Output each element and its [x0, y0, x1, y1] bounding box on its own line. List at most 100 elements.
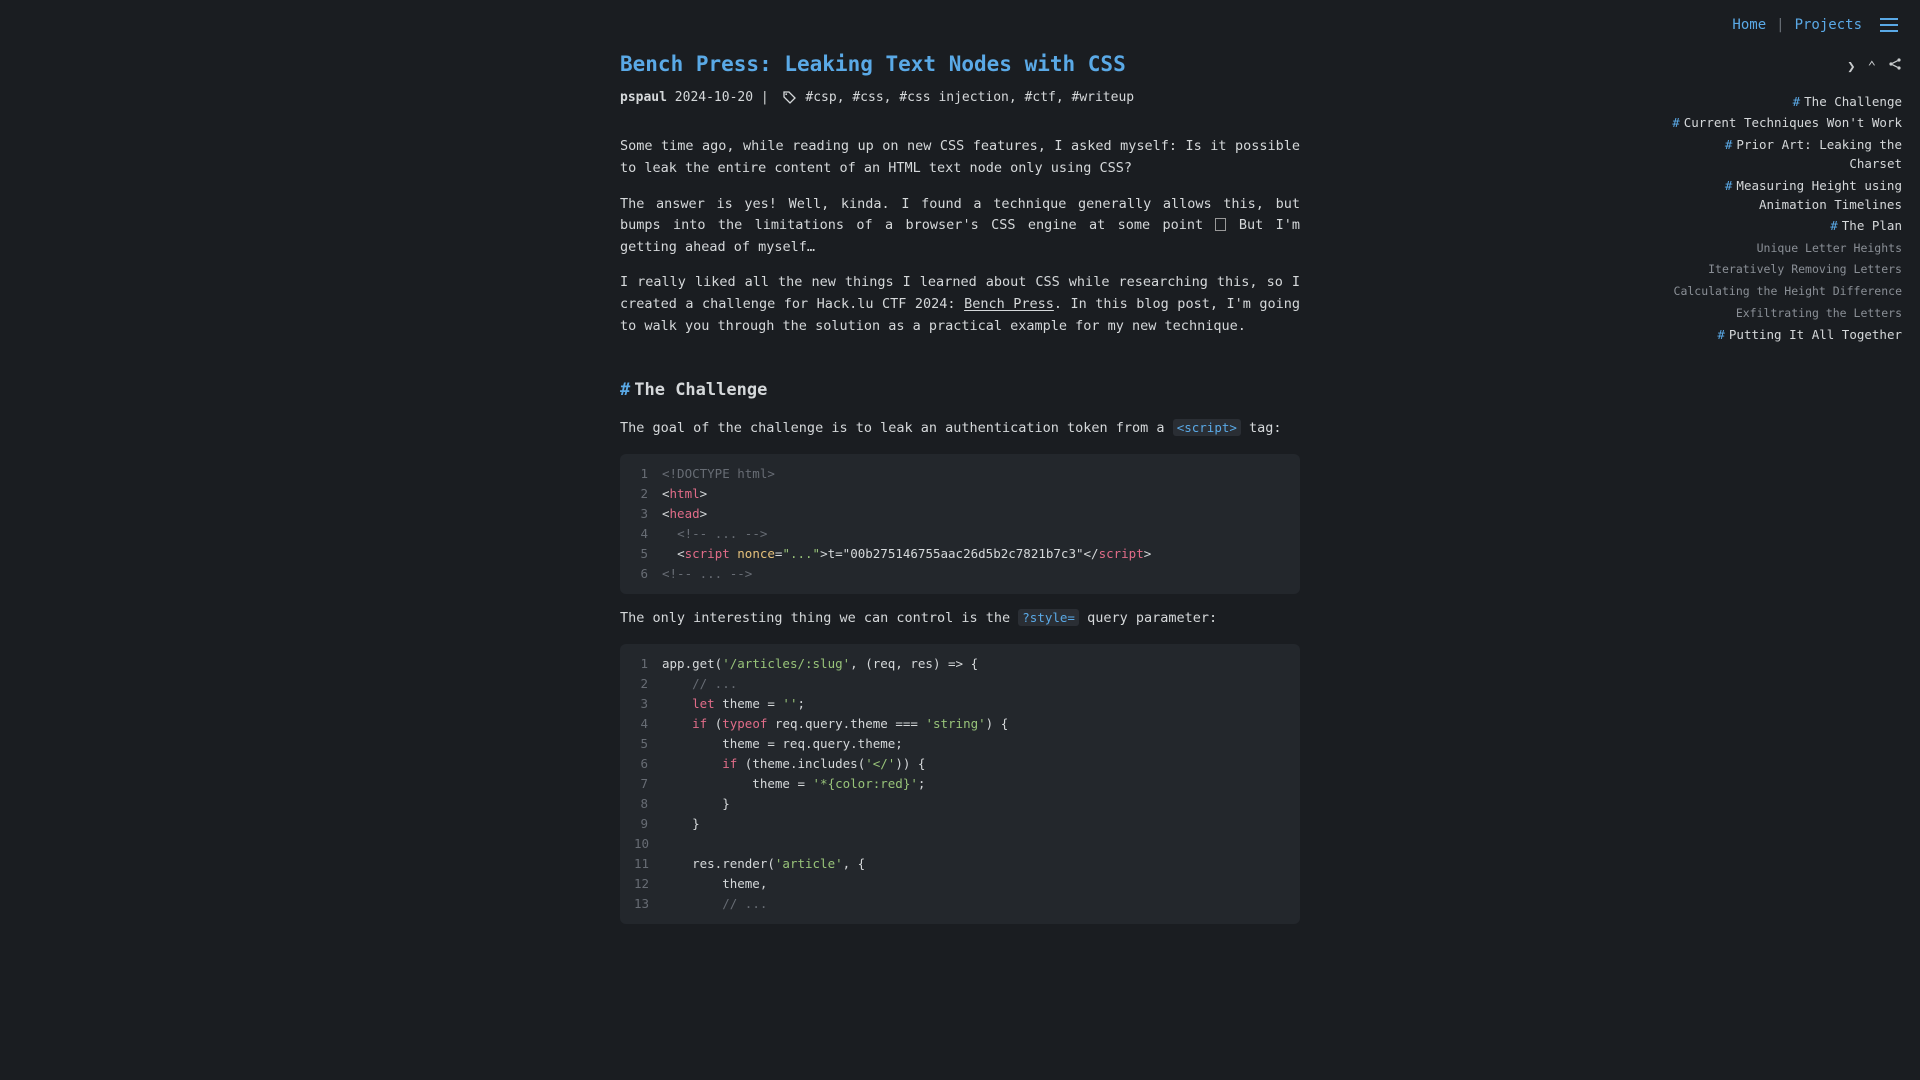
post-meta: pspaul 2024-10-20 | #csp, #css, #css inj… [620, 88, 1300, 109]
toc-sublabel: Unique Letter Heights [1757, 241, 1902, 255]
code-line: 3<head> [634, 504, 1286, 524]
line-number: 1 [634, 464, 662, 484]
toc-controls: ❯ ⌃ [1847, 56, 1902, 78]
section-heading-challenge: #The Challenge [620, 377, 1300, 404]
line-number: 13 [634, 894, 662, 914]
nav-projects[interactable]: Projects [1795, 14, 1862, 36]
code-content: app.get('/articles/:slug', (req, res) =>… [662, 654, 978, 674]
code-content: if (typeof req.query.theme === 'string')… [662, 714, 1008, 734]
topbar: Home | Projects [1710, 0, 1920, 50]
line-number: 1 [634, 654, 662, 674]
nav-separator: | [1776, 14, 1784, 36]
toc-label: Prior Art: Leaking the Charset [1736, 137, 1902, 171]
inline-code: ?style= [1018, 609, 1079, 626]
post-tags: #csp, #css, #css injection, #ctf, #write… [805, 90, 1134, 105]
toc-label: Current Techniques Won't Work [1684, 115, 1902, 130]
code-line: 6 if (theme.includes('</')) { [634, 754, 1286, 774]
line-number: 11 [634, 854, 662, 874]
line-number: 7 [634, 774, 662, 794]
share-icon[interactable] [1888, 56, 1902, 78]
line-number: 10 [634, 834, 662, 854]
table-of-contents: #The Challenge#Current Techniques Won't … [1672, 90, 1902, 346]
line-number: 5 [634, 544, 662, 564]
article: Bench Press: Leaking Text Nodes with CSS… [600, 0, 1320, 1058]
code-line: 6<!-- ... --> [634, 564, 1286, 584]
code-content: // ... [662, 894, 767, 914]
code-line: 12 theme, [634, 874, 1286, 894]
code-content: } [662, 814, 700, 834]
toc-label: The Challenge [1804, 94, 1902, 109]
meta-separator: | [753, 90, 776, 105]
code-content: theme = '*{color:red}'; [662, 774, 925, 794]
line-number: 6 [634, 564, 662, 584]
code-line: 9 } [634, 814, 1286, 834]
toc-label: Putting It All Together [1729, 327, 1902, 342]
code-content: } [662, 794, 730, 814]
toc-item[interactable]: #The Challenge [1672, 92, 1902, 111]
code-line: 8 } [634, 794, 1286, 814]
code-line: 5 theme = req.query.theme; [634, 734, 1286, 754]
toc-item[interactable]: #Current Techniques Won't Work [1672, 113, 1902, 132]
author: pspaul [620, 90, 667, 105]
line-number: 8 [634, 794, 662, 814]
benchpress-link[interactable]: Bench Press [964, 296, 1054, 312]
line-number: 2 [634, 484, 662, 504]
chevron-right-icon[interactable]: ❯ [1847, 56, 1855, 78]
code-block-js: 1app.get('/articles/:slug', (req, res) =… [620, 644, 1300, 924]
code-content: let theme = ''; [662, 694, 805, 714]
toc-sublabel: Calculating the Height Difference [1674, 284, 1902, 298]
toc-sublabel: Exfiltrating the Letters [1736, 306, 1902, 320]
hash-icon: # [1793, 94, 1801, 109]
toc-item[interactable]: Iteratively Removing Letters [1672, 259, 1902, 279]
line-number: 5 [634, 734, 662, 754]
line-number: 4 [634, 714, 662, 734]
line-number: 3 [634, 694, 662, 714]
hash-icon: # [1830, 218, 1838, 233]
toc-item[interactable]: Calculating the Height Difference [1672, 281, 1902, 301]
code-content: <!DOCTYPE html> [662, 464, 775, 484]
line-number: 2 [634, 674, 662, 694]
hamburger-icon[interactable] [1880, 18, 1898, 32]
code-line: 4 <!-- ... --> [634, 524, 1286, 544]
paragraph: The answer is yes! Well, kinda. I found … [620, 194, 1300, 259]
code-line: 5 <script nonce="...">t="00b275146755aac… [634, 544, 1286, 564]
toc-item[interactable]: # The Plan [1672, 216, 1902, 235]
toc-item[interactable]: #Measuring Height using Animation Timeli… [1672, 176, 1902, 215]
line-number: 3 [634, 504, 662, 524]
code-line: 11 res.render('article', { [634, 854, 1286, 874]
toc-label: Measuring Height using Animation Timelin… [1736, 178, 1902, 212]
code-line: 10 [634, 834, 1286, 854]
code-line: 2<html> [634, 484, 1286, 504]
code-content: res.render('article', { [662, 854, 865, 874]
code-content: // ... [662, 674, 737, 694]
code-line: 2 // ... [634, 674, 1286, 694]
code-content: <!-- ... --> [662, 564, 752, 584]
code-content: <html> [662, 484, 707, 504]
toc-item[interactable]: # Putting It All Together [1672, 325, 1902, 344]
hash-icon: # [620, 380, 630, 400]
toc-item[interactable]: #Prior Art: Leaking the Charset [1672, 135, 1902, 174]
tag-icon [783, 89, 796, 110]
inline-code: <script> [1173, 419, 1241, 436]
toc-item[interactable]: Unique Letter Heights [1672, 238, 1902, 258]
paragraph: I really liked all the new things I lear… [620, 272, 1300, 337]
nav-links: Home | Projects [1732, 14, 1862, 36]
nav-home[interactable]: Home [1732, 14, 1766, 36]
toc-sublabel: Iteratively Removing Letters [1708, 262, 1902, 276]
toc-item[interactable]: Exfiltrating the Letters [1672, 303, 1902, 323]
paragraph: Some time ago, while reading up on new C… [620, 136, 1300, 179]
hash-icon: # [1725, 178, 1733, 193]
post-date: 2024-10-20 [675, 90, 753, 105]
paragraph: The only interesting thing we can contro… [620, 608, 1300, 630]
page-title: Bench Press: Leaking Text Nodes with CSS [620, 48, 1300, 82]
line-number: 9 [634, 814, 662, 834]
toc-label: The Plan [1842, 218, 1902, 233]
line-number: 12 [634, 874, 662, 894]
code-content: theme = req.query.theme; [662, 734, 903, 754]
code-line: 1<!DOCTYPE html> [634, 464, 1286, 484]
chevron-up-icon[interactable]: ⌃ [1868, 56, 1876, 78]
emoji-placeholder-icon [1215, 218, 1226, 231]
hash-icon: # [1717, 327, 1725, 342]
code-content: <head> [662, 504, 707, 524]
paragraph: The goal of the challenge is to leak an … [620, 418, 1300, 440]
